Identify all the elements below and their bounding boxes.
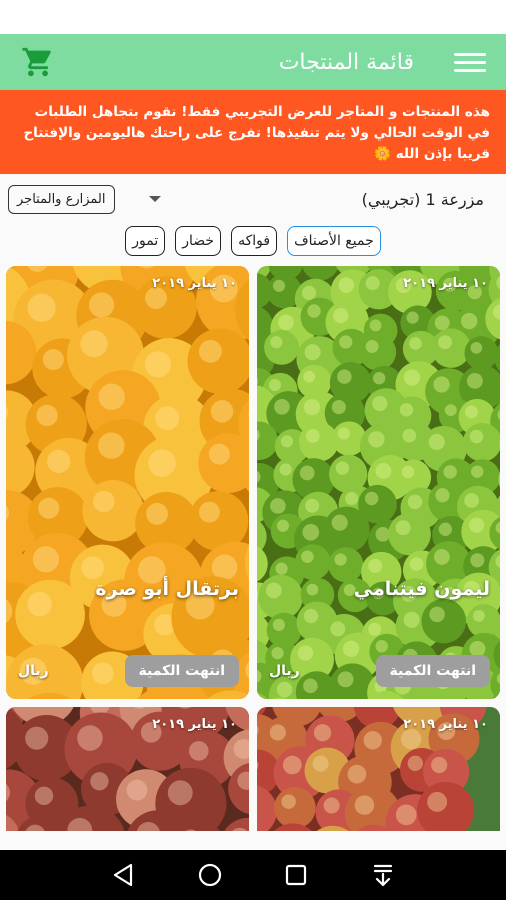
product-date: ١٠ يناير ٢٠١٩ — [403, 276, 488, 291]
selected-farm: مزرعة 1 (تجريبي) — [361, 189, 484, 209]
app-bar: قائمة المنتجات — [0, 34, 506, 90]
product-card[interactable]: ١٠ يناير ٢٠١٩ — [257, 707, 500, 831]
shopping-cart-icon[interactable] — [20, 44, 56, 80]
product-card[interactable]: ١٠ يناير ٢٠١٩ — [6, 707, 249, 831]
product-date: ١٠ يناير ٢٠١٩ — [152, 717, 237, 732]
chip-all-categories[interactable]: جميع الأصناف — [287, 226, 381, 256]
farms-dropdown-label[interactable]: المزارع والمتاجر — [8, 184, 115, 214]
chip-dates[interactable]: تمور — [125, 226, 166, 256]
product-name: ليمون فيتنامي — [353, 578, 490, 600]
hamburger-menu-icon[interactable] — [454, 46, 486, 78]
status-bar — [0, 0, 506, 34]
chevron-down-icon[interactable] — [148, 196, 161, 202]
chip-fruits[interactable]: فواكه — [231, 226, 278, 256]
lime-product-image — [257, 266, 500, 699]
product-currency: ريال — [269, 663, 300, 679]
product-card[interactable]: ١٠ يناير ٢٠١٩ برتقال أبو صرة انتهت الكمي… — [6, 266, 249, 699]
product-date: ١٠ يناير ٢٠١٩ — [152, 276, 237, 291]
chip-vegetables[interactable]: خضار — [175, 226, 222, 256]
orange-product-image — [6, 266, 249, 699]
farm-filter-row: المزارع والمتاجر مزرعة 1 (تجريبي) — [0, 174, 506, 224]
demo-notice-banner: هذه المنتجات و المتاجر للعرض التجريبي فق… — [0, 90, 506, 174]
notifications-down-icon[interactable] — [370, 862, 396, 888]
sold-out-button[interactable]: انتهت الكمية — [124, 655, 239, 687]
system-navigation-bar — [0, 850, 506, 900]
product-date: ١٠ يناير ٢٠١٩ — [403, 717, 488, 732]
home-circle-icon[interactable] — [197, 862, 223, 888]
recents-square-icon[interactable] — [283, 862, 309, 888]
product-card[interactable]: ١٠ يناير ٢٠١٩ ليمون فيتنامي انتهت الكمية… — [257, 266, 500, 699]
product-grid: ١٠ يناير ٢٠١٩ ليمون فيتنامي انتهت الكمية… — [0, 266, 506, 831]
product-currency: ريال — [18, 663, 49, 679]
category-chips: جميع الأصناف فواكه خضار تمور — [0, 224, 506, 266]
farms-dropdown[interactable]: المزارع والمتاجر — [8, 184, 161, 214]
page-title: قائمة المنتجات — [278, 49, 414, 75]
back-triangle-icon[interactable] — [110, 862, 136, 888]
sold-out-button[interactable]: انتهت الكمية — [375, 655, 490, 687]
product-name: برتقال أبو صرة — [95, 578, 239, 600]
